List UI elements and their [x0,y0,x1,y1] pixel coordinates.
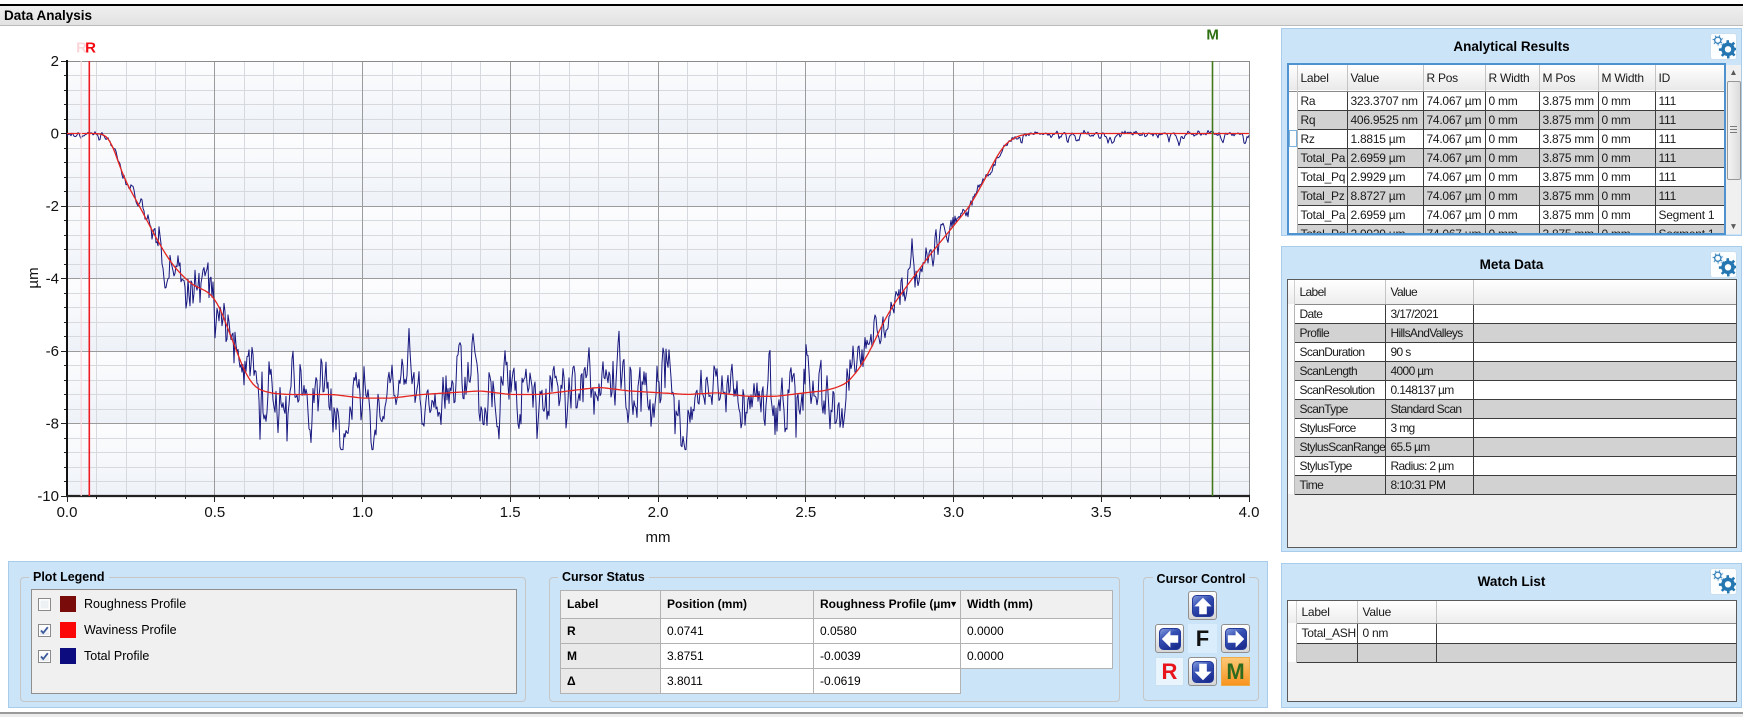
svg-text:M: M [1206,27,1219,44]
svg-text:1.5: 1.5 [500,504,521,521]
svg-text:2.5: 2.5 [795,504,816,521]
svg-text:2: 2 [51,53,59,70]
svg-text:-2: -2 [46,198,59,215]
svg-text:0: 0 [51,126,59,143]
svg-text:-10: -10 [37,488,59,505]
svg-text:0.0: 0.0 [57,504,78,521]
svg-text:4.0: 4.0 [1239,504,1260,521]
svg-text:-4: -4 [46,271,59,288]
svg-text:mm: mm [646,529,671,546]
svg-text:3.0: 3.0 [943,504,964,521]
svg-text:2.0: 2.0 [648,504,669,521]
svg-text:µm: µm [25,267,42,288]
svg-text:-6: -6 [46,343,59,360]
svg-text:1.0: 1.0 [352,504,373,521]
svg-text:3.5: 3.5 [1091,504,1112,521]
svg-text:R: R [85,40,96,57]
svg-text:0.5: 0.5 [204,504,225,521]
svg-text:-8: -8 [46,416,59,433]
